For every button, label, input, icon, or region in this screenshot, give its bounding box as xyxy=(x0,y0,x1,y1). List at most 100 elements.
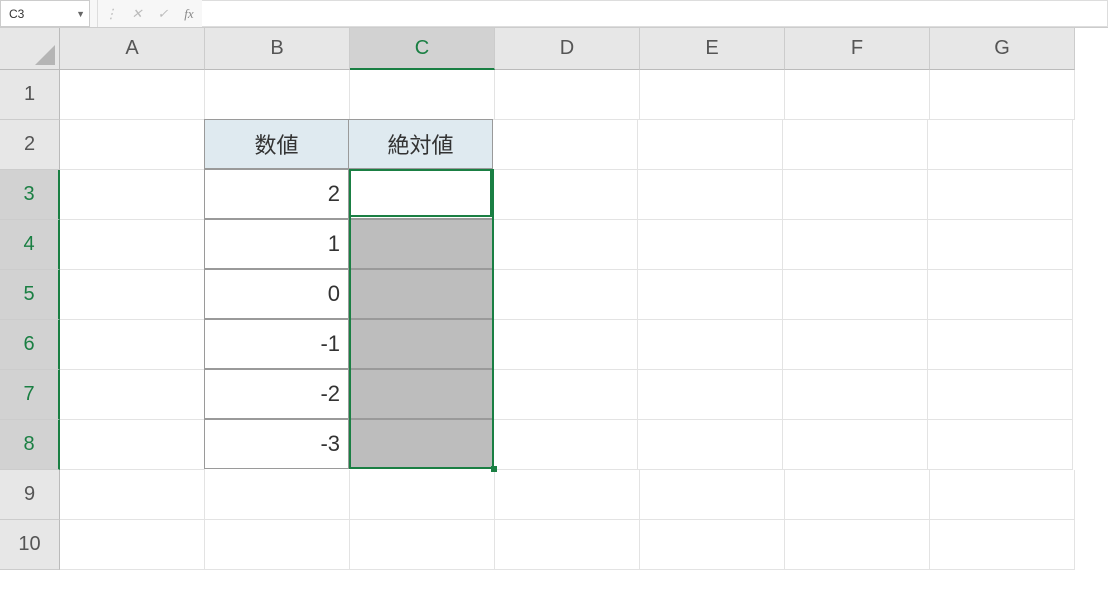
cell-E4[interactable] xyxy=(638,220,783,270)
separator xyxy=(90,0,98,27)
cell-E7[interactable] xyxy=(638,370,783,420)
cell-A7[interactable] xyxy=(60,370,205,420)
dropdown-icon[interactable]: ▼ xyxy=(76,9,85,19)
column-header-C[interactable]: C xyxy=(350,28,495,70)
spreadsheet: ABCDEFG 12345678910 数値絶対値210-1-2-3 xyxy=(0,28,1108,609)
cell-G5[interactable] xyxy=(928,270,1073,320)
row-header-2[interactable]: 2 xyxy=(0,120,60,170)
cell-D5[interactable] xyxy=(493,270,638,320)
cell-A10[interactable] xyxy=(60,520,205,570)
column-header-E[interactable]: E xyxy=(640,28,785,70)
more-icon[interactable]: ⋮ xyxy=(98,0,124,27)
cell-C1[interactable] xyxy=(350,70,495,120)
cell-E6[interactable] xyxy=(638,320,783,370)
select-all-corner[interactable] xyxy=(0,28,60,70)
cancel-icon: ✕ xyxy=(124,0,150,27)
cell-E9[interactable] xyxy=(640,470,785,520)
cell-F2[interactable] xyxy=(783,120,928,170)
cell-G8[interactable] xyxy=(928,420,1073,470)
cell-A5[interactable] xyxy=(60,270,205,320)
column-header-B[interactable]: B xyxy=(205,28,350,70)
cell-B10[interactable] xyxy=(205,520,350,570)
cell-G7[interactable] xyxy=(928,370,1073,420)
cell-A1[interactable] xyxy=(60,70,205,120)
cell-D3[interactable] xyxy=(493,170,638,220)
cell-D8[interactable] xyxy=(493,420,638,470)
cell-F4[interactable] xyxy=(783,220,928,270)
cell-C2[interactable]: 絶対値 xyxy=(348,119,493,169)
cell-A6[interactable] xyxy=(60,320,205,370)
cell-C7[interactable] xyxy=(348,369,493,419)
cell-D6[interactable] xyxy=(493,320,638,370)
row-header-9[interactable]: 9 xyxy=(0,470,60,520)
cell-E3[interactable] xyxy=(638,170,783,220)
cell-E8[interactable] xyxy=(638,420,783,470)
cell-D7[interactable] xyxy=(493,370,638,420)
cell-A9[interactable] xyxy=(60,470,205,520)
cell-C5[interactable] xyxy=(348,269,493,319)
cell-C8[interactable] xyxy=(348,419,493,469)
cell-D10[interactable] xyxy=(495,520,640,570)
fx-icon[interactable]: fx xyxy=(176,0,202,27)
cell-A4[interactable] xyxy=(60,220,205,270)
column-header-F[interactable]: F xyxy=(785,28,930,70)
cell-A2[interactable] xyxy=(60,120,205,170)
cell-F5[interactable] xyxy=(783,270,928,320)
cell-B6[interactable]: -1 xyxy=(204,319,349,369)
cell-F3[interactable] xyxy=(783,170,928,220)
cell-D2[interactable] xyxy=(493,120,638,170)
cell-B9[interactable] xyxy=(205,470,350,520)
cell-D9[interactable] xyxy=(495,470,640,520)
row-header-7[interactable]: 7 xyxy=(0,370,60,420)
row-header-1[interactable]: 1 xyxy=(0,70,60,120)
cell-B2[interactable]: 数値 xyxy=(204,119,349,169)
cell-D1[interactable] xyxy=(495,70,640,120)
cell-E2[interactable] xyxy=(638,120,783,170)
row-header-6[interactable]: 6 xyxy=(0,320,60,370)
row-headers: 12345678910 xyxy=(0,70,60,570)
grid[interactable]: 数値絶対値210-1-2-3 xyxy=(60,70,1075,570)
cell-G10[interactable] xyxy=(930,520,1075,570)
cell-B8[interactable]: -3 xyxy=(204,419,349,469)
cell-B1[interactable] xyxy=(205,70,350,120)
cell-F9[interactable] xyxy=(785,470,930,520)
cell-G1[interactable] xyxy=(930,70,1075,120)
column-header-D[interactable]: D xyxy=(495,28,640,70)
column-header-G[interactable]: G xyxy=(930,28,1075,70)
cell-C10[interactable] xyxy=(350,520,495,570)
cell-C9[interactable] xyxy=(350,470,495,520)
cell-F6[interactable] xyxy=(783,320,928,370)
cell-C3[interactable] xyxy=(348,169,493,219)
cell-G2[interactable] xyxy=(928,120,1073,170)
cell-D4[interactable] xyxy=(493,220,638,270)
formula-bar: C3 ▼ ⋮ ✕ ✓ fx xyxy=(0,0,1108,28)
column-header-A[interactable]: A xyxy=(60,28,205,70)
cell-E5[interactable] xyxy=(638,270,783,320)
cell-B5[interactable]: 0 xyxy=(204,269,349,319)
row-header-4[interactable]: 4 xyxy=(0,220,60,270)
cell-E1[interactable] xyxy=(640,70,785,120)
cell-C4[interactable] xyxy=(348,219,493,269)
row-header-3[interactable]: 3 xyxy=(0,170,60,220)
name-box[interactable]: C3 ▼ xyxy=(0,0,90,27)
cell-G4[interactable] xyxy=(928,220,1073,270)
cell-G3[interactable] xyxy=(928,170,1073,220)
row-header-5[interactable]: 5 xyxy=(0,270,60,320)
cell-G9[interactable] xyxy=(930,470,1075,520)
cell-B7[interactable]: -2 xyxy=(204,369,349,419)
row-header-8[interactable]: 8 xyxy=(0,420,60,470)
cell-E10[interactable] xyxy=(640,520,785,570)
cell-F8[interactable] xyxy=(783,420,928,470)
cell-B3[interactable]: 2 xyxy=(204,169,349,219)
cell-G6[interactable] xyxy=(928,320,1073,370)
cell-A8[interactable] xyxy=(60,420,205,470)
cell-A3[interactable] xyxy=(60,170,205,220)
cell-F7[interactable] xyxy=(783,370,928,420)
row-header-10[interactable]: 10 xyxy=(0,520,60,570)
name-box-value: C3 xyxy=(9,7,24,21)
cell-C6[interactable] xyxy=(348,319,493,369)
formula-input[interactable] xyxy=(202,0,1108,27)
cell-F10[interactable] xyxy=(785,520,930,570)
cell-F1[interactable] xyxy=(785,70,930,120)
cell-B4[interactable]: 1 xyxy=(204,219,349,269)
